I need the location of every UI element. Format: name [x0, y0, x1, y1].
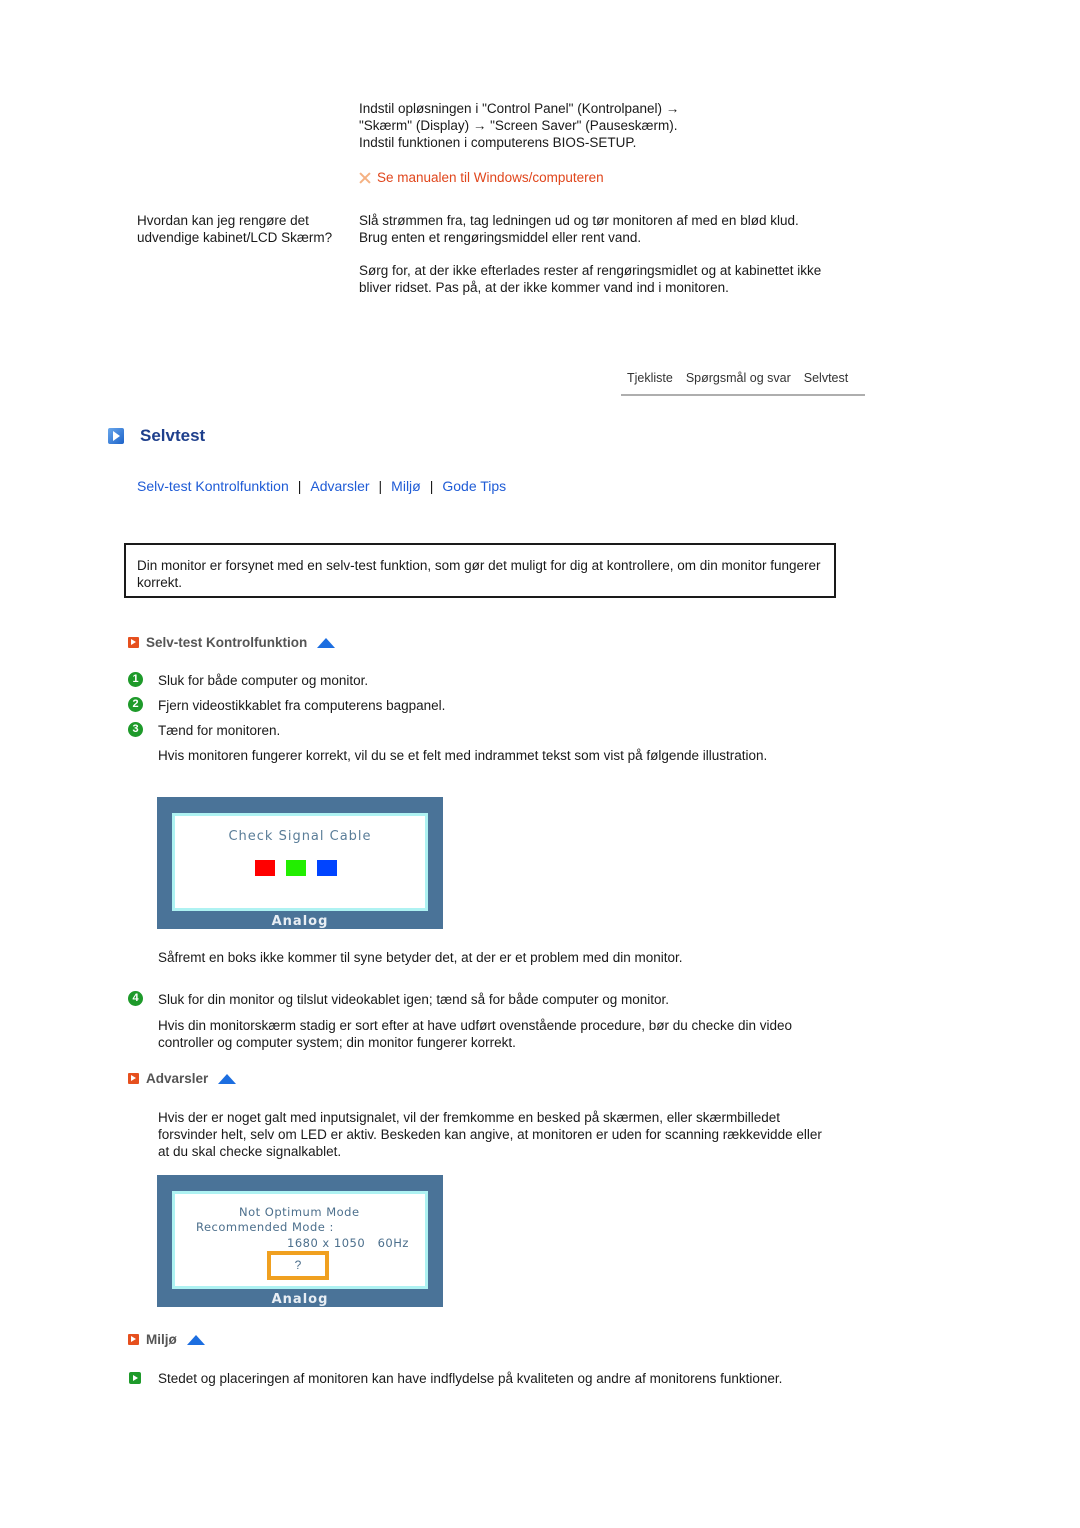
monitor-screen: Check Signal Cable [172, 813, 428, 911]
answer-line: Indstil funktionen i computerens BIOS-SE… [359, 135, 637, 150]
nav-divider [621, 394, 865, 396]
blue-square [317, 860, 337, 876]
step-number-3-icon: 3 [128, 722, 143, 737]
section-link-bar: Selv-test Kontrolfunktion | Advarsler | … [137, 478, 506, 494]
step-number-4-icon: 4 [128, 991, 143, 1006]
back-to-top-icon[interactable] [186, 1334, 205, 1345]
red-square [255, 860, 275, 876]
subheading-selftest: Selv-test Kontrolfunktion [128, 635, 336, 650]
step-text: Fjern videostikkablet fra computerens ba… [158, 698, 446, 713]
green-square [286, 860, 306, 876]
answer-paragraph: Slå strømmen fra, tag ledningen ud og tø… [359, 213, 799, 245]
link-advarsler[interactable]: Advarsler [310, 478, 369, 494]
back-to-top-icon[interactable] [317, 637, 336, 648]
faq-answer: Slå strømmen fra, tag ledningen ud og tø… [359, 212, 829, 296]
check-signal-illustration: Check Signal Cable Analog [157, 797, 443, 929]
osd-question-box: ? [267, 1251, 329, 1280]
monitor-screen: Not Optimum Mode Recommended Mode : 1680… [172, 1191, 428, 1289]
faq-question: Hvordan kan jeg rengøre det udvendige ka… [137, 213, 333, 245]
link-gode-tips[interactable]: Gode Tips [442, 478, 506, 494]
step-text: Tænd for monitoren. [158, 723, 281, 738]
section-title: Selvtest [140, 426, 206, 445]
section-arrow-icon [108, 428, 124, 444]
osd-line: Recommended Mode : [196, 1220, 334, 1234]
warnings-text: Hvis der er noget galt med inputsignalet… [158, 1110, 822, 1159]
step-note: Hvis din monitorskærm stadig er sort eft… [158, 1018, 793, 1050]
monitor-input-label: Analog [271, 914, 329, 929]
subheading-advarsler: Advarsler [128, 1071, 237, 1086]
monitor-input-label: Analog [271, 1292, 329, 1307]
orange-arrow-icon [128, 637, 139, 648]
faq-answer-continued: Indstil opløsningen i "Control Panel" (K… [359, 100, 839, 151]
osd-resolution: 1680 x 1050 60Hz [287, 1236, 409, 1250]
step-number-2-icon: 2 [128, 697, 143, 712]
note-asterisk-icon [359, 172, 371, 184]
subheading-text: Advarsler [146, 1071, 209, 1086]
back-to-top-icon[interactable] [218, 1073, 237, 1084]
answer-paragraph: Sørg for, at der ikke efterlades rester … [359, 263, 822, 295]
subheading-text: Selv-test Kontrolfunktion [146, 635, 308, 650]
link-separator: | [429, 478, 434, 494]
link-miljo[interactable]: Miljø [391, 478, 421, 494]
subheading-miljo: Miljø [128, 1332, 205, 1347]
green-bullet-icon [129, 1372, 141, 1384]
orange-arrow-icon [128, 1073, 139, 1084]
osd-message: Check Signal Cable [228, 829, 372, 844]
windows-manual-note[interactable]: Se manualen til Windows/computeren [359, 170, 604, 185]
link-selvtest-kontrolfunktion[interactable]: Selv-test Kontrolfunktion [137, 478, 289, 494]
step-note: Hvis monitoren fungerer korrekt, vil du … [158, 748, 768, 763]
answer-line: "Skærm" (Display) → "Screen Saver" (Paus… [359, 118, 678, 133]
tab-selvtest[interactable]: Selvtest [804, 371, 848, 385]
page-nav-tabs: Tjekliste Spørgsmål og svar Selvtest [621, 371, 871, 385]
link-separator: | [297, 478, 302, 494]
note-link-text[interactable]: Se manualen til Windows/computeren [377, 170, 604, 185]
answer-line: Indstil opløsningen i "Control Panel" (K… [359, 101, 680, 116]
tab-tjekliste[interactable]: Tjekliste [627, 371, 673, 385]
environment-text: Stedet og placeringen af monitoren kan h… [158, 1371, 783, 1386]
step-text: Sluk for både computer og monitor. [158, 673, 369, 688]
step-number-1-icon: 1 [128, 672, 143, 687]
after-image-text: Såfremt en boks ikke kommer til syne bet… [158, 950, 683, 965]
osd-line: Not Optimum Mode [239, 1205, 360, 1219]
subheading-text: Miljø [146, 1332, 177, 1347]
step-text: Sluk for din monitor og tilslut videokab… [158, 992, 670, 1007]
intro-box: Din monitor er forsynet med en selv-test… [124, 543, 836, 598]
tab-faq[interactable]: Spørgsmål og svar [686, 371, 791, 385]
not-optimum-mode-illustration: Not Optimum Mode Recommended Mode : 1680… [157, 1175, 443, 1307]
link-separator: | [378, 478, 383, 494]
orange-arrow-icon [128, 1334, 139, 1345]
